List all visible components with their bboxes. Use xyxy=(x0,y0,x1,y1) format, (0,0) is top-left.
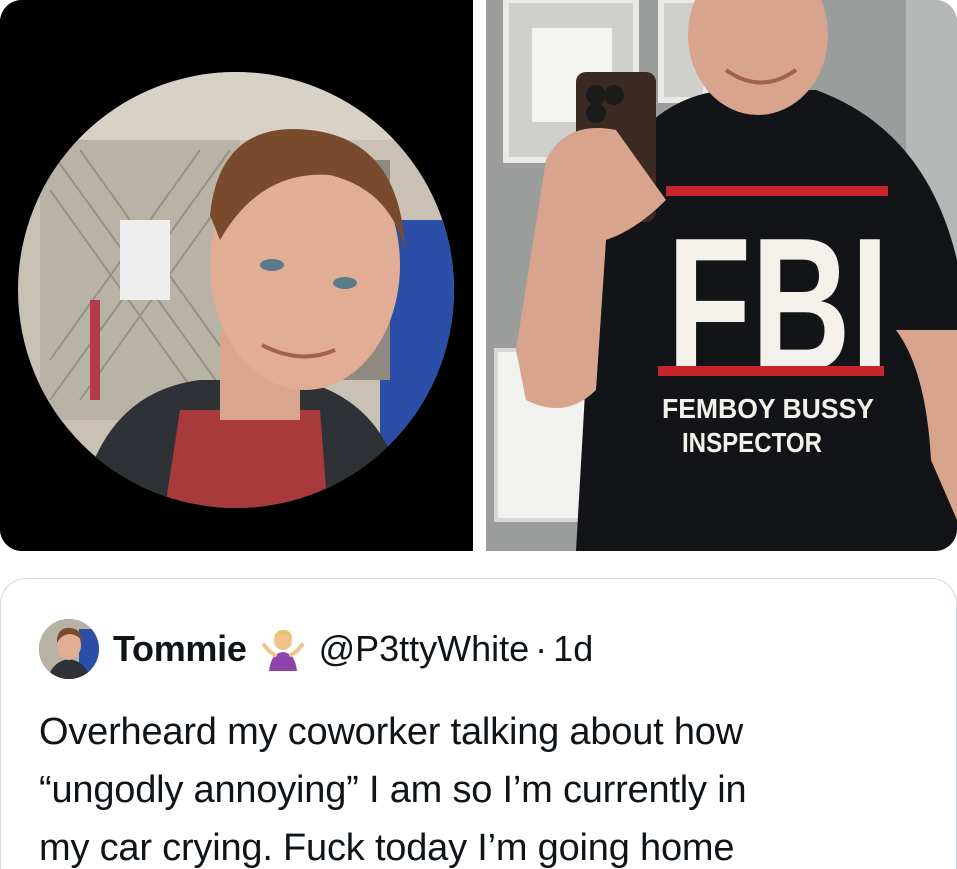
quoted-tweet-card[interactable]: Tommie @P3ttyWhite · 1d Overheard my cow… xyxy=(0,578,957,869)
tweet-timestamp[interactable]: 1d xyxy=(553,628,593,670)
shirt-text-line-2: INSPECTOR xyxy=(682,427,822,458)
media-photo-mirror-selfie[interactable]: FBI FEMBOY BUSSY INSPECTOR xyxy=(486,0,957,551)
shirt-text-line-1: FEMBOY BUSSY xyxy=(662,393,874,424)
display-name[interactable]: Tommie xyxy=(113,628,247,670)
selfie-photo-illustration: FBI FEMBOY BUSSY INSPECTOR xyxy=(486,0,957,551)
separator-dot: · xyxy=(535,628,548,669)
profile-photo-illustration xyxy=(0,0,473,551)
tweet-text-line: “ungodly annoying” I am so I’m currently… xyxy=(39,769,747,811)
user-handle[interactable]: @P3ttyWhite xyxy=(319,628,530,670)
shirt-logo: FBI xyxy=(667,199,889,411)
avatar[interactable] xyxy=(39,619,99,679)
tweet-text: Overheard my coworker talking about how … xyxy=(39,703,929,869)
person-shrugging-emoji-icon xyxy=(261,627,305,671)
avatar-image xyxy=(39,619,99,679)
tweet-text-line: Overheard my coworker talking about how xyxy=(39,711,743,753)
tweet-header: Tommie @P3ttyWhite · 1d xyxy=(39,617,593,681)
media-photo-profile-circle[interactable] xyxy=(0,0,473,551)
tweet-text-line: my car crying. Fuck today I’m going home xyxy=(39,827,735,869)
tweet-media-grid: FBI FEMBOY BUSSY INSPECTOR xyxy=(0,0,957,551)
